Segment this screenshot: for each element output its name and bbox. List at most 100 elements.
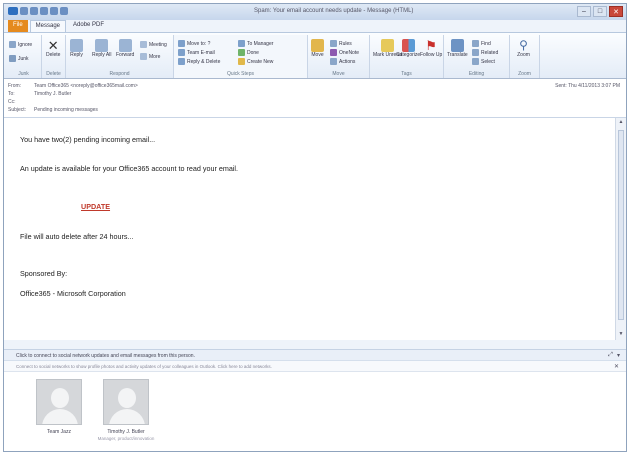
zoom-button[interactable]: ⚲ Zoom bbox=[517, 39, 530, 59]
translate-button[interactable]: Translate bbox=[447, 39, 468, 58]
social-connector-text[interactable]: Connect to social networks to show profi… bbox=[16, 364, 272, 369]
outlook-app-icon[interactable] bbox=[8, 7, 18, 15]
create-new-icon bbox=[238, 58, 245, 65]
group-label: Delete bbox=[46, 71, 61, 77]
body-line-update: An update is available for your Office36… bbox=[20, 164, 239, 173]
group-label: Respond bbox=[109, 71, 130, 77]
subject-value: Pending incoming messages bbox=[34, 107, 98, 113]
onenote-button[interactable]: OneNote bbox=[330, 49, 359, 56]
junk-button[interactable]: Junk bbox=[9, 55, 29, 62]
body-sponsored-label: Sponsored By: bbox=[20, 269, 68, 278]
move-button[interactable]: Move bbox=[311, 39, 324, 58]
categorize-button[interactable]: Categorize bbox=[396, 39, 420, 58]
checkmark-icon bbox=[238, 49, 245, 56]
from-row: From: Team Office365 <noreply@office365m… bbox=[8, 83, 138, 89]
ribbon-tabs: File Message Adobe PDF bbox=[4, 20, 626, 32]
select-button[interactable]: Select bbox=[472, 58, 495, 65]
reply-button[interactable]: Reply bbox=[70, 39, 83, 58]
to-value[interactable]: Timothy J. Butler bbox=[34, 91, 71, 97]
meeting-button[interactable]: Meeting bbox=[140, 41, 167, 48]
scroll-thumb[interactable] bbox=[618, 130, 624, 320]
delete-button[interactable]: ✕ Delete bbox=[46, 39, 60, 58]
close-button[interactable]: ✕ bbox=[609, 6, 623, 17]
avatar bbox=[103, 379, 149, 425]
flag-icon: ⚑ bbox=[425, 38, 437, 53]
actions-icon bbox=[330, 58, 337, 65]
related-button[interactable]: Related bbox=[472, 49, 498, 56]
previous-icon[interactable] bbox=[50, 7, 58, 15]
group-label: Quick Steps bbox=[227, 71, 254, 77]
people-pane-collapse-icon[interactable]: ▾ bbox=[617, 352, 620, 359]
quick-step-move-to[interactable]: Move to: ? bbox=[178, 40, 210, 47]
update-link[interactable]: UPDATE bbox=[81, 202, 110, 211]
ignore-icon bbox=[9, 41, 16, 48]
cc-label: Cc: bbox=[8, 99, 16, 105]
undo-icon[interactable] bbox=[30, 7, 38, 15]
tab-message[interactable]: Message bbox=[29, 20, 67, 32]
from-value[interactable]: Team Office365 <noreply@office365mail.co… bbox=[34, 83, 138, 89]
categorize-icon bbox=[401, 39, 415, 52]
quick-step-create-new[interactable]: Create New bbox=[238, 58, 273, 65]
person-card[interactable]: Timothy J. Butler Manager, product/innov… bbox=[96, 379, 156, 441]
dismiss-icon[interactable]: ✕ bbox=[614, 363, 619, 370]
tab-file[interactable]: File bbox=[8, 20, 28, 32]
tab-adobe-pdf[interactable]: Adobe PDF bbox=[68, 20, 109, 32]
move-icon bbox=[311, 39, 324, 52]
group-move: Move Rules OneNote Actions Move bbox=[308, 35, 370, 78]
meeting-icon bbox=[140, 41, 147, 48]
window-controls: – □ ✕ bbox=[577, 6, 623, 17]
body-sponsor-name: Office365 - Microsoft Corporation bbox=[20, 289, 126, 298]
move-folder-icon bbox=[178, 40, 185, 47]
group-label: Junk bbox=[18, 71, 29, 77]
title-bar: Spam: Your email account needs update - … bbox=[4, 4, 626, 20]
ribbon: Ignore Junk Junk ✕ Delete Delete Reply R… bbox=[4, 32, 626, 79]
quick-step-done[interactable]: Done bbox=[238, 49, 259, 56]
social-connector-info: Connect to social networks to show profi… bbox=[4, 361, 626, 372]
minimize-button[interactable]: – bbox=[577, 6, 591, 17]
quick-step-team-email[interactable]: Team E-mail bbox=[178, 49, 215, 56]
group-label: Tags bbox=[401, 71, 412, 77]
sent-timestamp: Sent: Thu 4/11/2013 3:07 PM bbox=[555, 83, 620, 89]
reply-all-button[interactable]: Reply All bbox=[92, 39, 111, 58]
to-manager-icon bbox=[238, 40, 245, 47]
reply-delete-icon bbox=[178, 58, 185, 65]
forward-button[interactable]: Forward bbox=[116, 39, 134, 58]
more-button[interactable]: More bbox=[140, 53, 160, 60]
group-label: Editing bbox=[468, 71, 485, 77]
group-respond: Reply Reply All Forward Meeting More Res… bbox=[66, 35, 174, 78]
envelope-icon bbox=[380, 39, 394, 52]
related-icon bbox=[472, 49, 479, 56]
quick-step-to-manager[interactable]: To Manager bbox=[238, 40, 273, 47]
message-header: From: Team Office365 <noreply@office365m… bbox=[4, 79, 626, 118]
reply-icon bbox=[70, 39, 83, 52]
window-title: Spam: Your email account needs update - … bbox=[254, 8, 414, 14]
find-button[interactable]: Find bbox=[472, 40, 491, 47]
rules-button[interactable]: Rules bbox=[330, 40, 352, 47]
junk-icon bbox=[9, 55, 16, 62]
outlook-message-window: Spam: Your email account needs update - … bbox=[3, 3, 627, 452]
ignore-button[interactable]: Ignore bbox=[9, 41, 32, 48]
maximize-button[interactable]: □ bbox=[593, 6, 607, 17]
people-pane-bar[interactable]: Click to connect to social network updat… bbox=[4, 349, 626, 361]
onenote-icon bbox=[330, 49, 337, 56]
vertical-scrollbar[interactable]: ▲ ▼ bbox=[615, 118, 626, 340]
rules-icon bbox=[330, 40, 337, 47]
next-icon[interactable] bbox=[60, 7, 68, 15]
binoculars-icon bbox=[472, 40, 479, 47]
person-name: Team Jazz bbox=[47, 429, 71, 435]
save-icon[interactable] bbox=[20, 7, 28, 15]
quick-step-reply-delete[interactable]: Reply & Delete bbox=[178, 58, 220, 65]
scroll-up-icon[interactable]: ▲ bbox=[617, 119, 625, 127]
body-line-delete: File will auto delete after 24 hours... bbox=[20, 232, 134, 241]
people-pane-controls: ⤢ ▾ bbox=[608, 352, 620, 359]
person-card[interactable]: Team Jazz bbox=[29, 379, 89, 436]
group-label: Move bbox=[332, 71, 345, 77]
actions-button[interactable]: Actions bbox=[330, 58, 355, 65]
follow-up-button[interactable]: ⚑ Follow Up bbox=[420, 39, 442, 58]
redo-icon[interactable] bbox=[40, 7, 48, 15]
forward-icon bbox=[118, 39, 132, 52]
group-delete: ✕ Delete Delete bbox=[42, 35, 66, 78]
scroll-down-icon[interactable]: ▼ bbox=[617, 331, 625, 339]
people-pane-toggle-icon[interactable]: ⤢ bbox=[608, 352, 613, 359]
to-row: To: Timothy J. Butler bbox=[8, 91, 71, 97]
